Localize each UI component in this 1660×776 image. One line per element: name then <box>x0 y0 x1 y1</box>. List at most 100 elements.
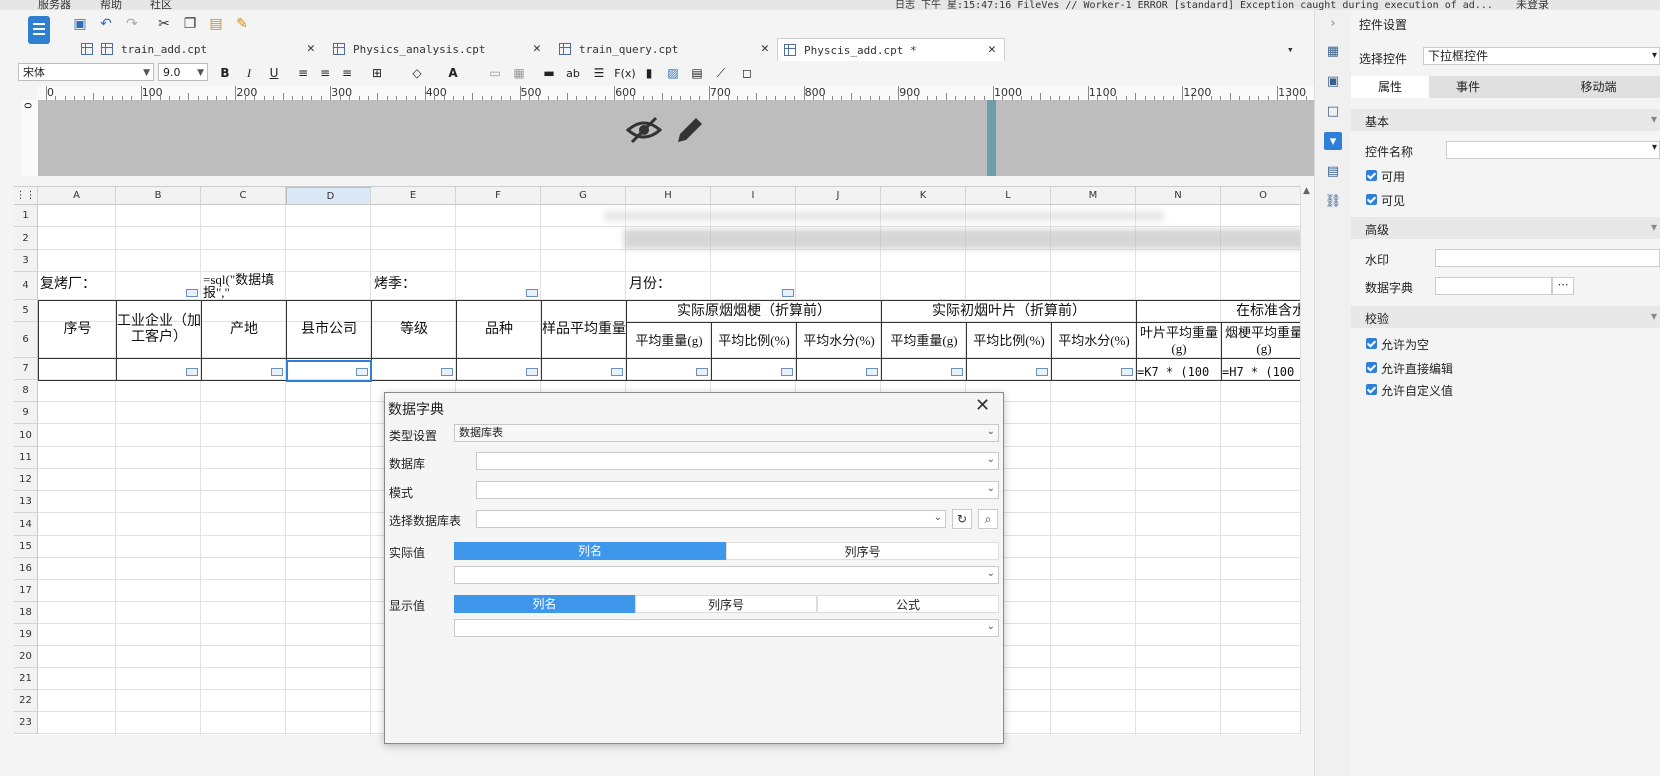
formula-icon[interactable]: F(x) <box>612 64 638 82</box>
widget-settings-icon[interactable]: ▾ <box>1324 132 1342 150</box>
data-dict-input[interactable] <box>1435 277 1552 295</box>
insert-row-icon[interactable]: ▬ <box>540 64 558 82</box>
data-cell-a7[interactable] <box>38 358 117 381</box>
column-header-l[interactable]: L <box>966 187 1051 205</box>
database-select[interactable]: ⌄ <box>476 452 999 470</box>
border-icon[interactable]: ⊞ <box>368 64 386 82</box>
preview-icon[interactable]: ⌕ <box>978 509 998 529</box>
checkbox-allow-custom[interactable] <box>1366 384 1377 395</box>
checkbox-allow-edit[interactable] <box>1366 362 1377 373</box>
display-tab-column-index[interactable]: 列序号 <box>635 595 817 613</box>
header-group-leaf[interactable]: 实际初烟叶片（折算前） <box>881 300 1137 323</box>
data-dict-ellipsis-button[interactable]: ⋯ <box>1552 277 1574 295</box>
column-header-b[interactable]: B <box>116 187 201 205</box>
header-group-raw-stem[interactable]: 实际原烟烟梗（折算前） <box>626 300 882 323</box>
row-header-5[interactable]: 5 <box>14 300 38 322</box>
row-header-22[interactable]: 22 <box>14 690 38 712</box>
tab-attributes[interactable]: 属性 <box>1351 76 1429 98</box>
condition-icon[interactable]: ▤ <box>1324 162 1342 180</box>
header-cell-l[interactable]: 平均比例(%) <box>966 322 1052 359</box>
control-name-input[interactable]: ▾ <box>1446 141 1660 159</box>
row-header-10[interactable]: 10 <box>14 424 38 447</box>
dropdown-icon[interactable] <box>1036 368 1048 376</box>
tab-events[interactable]: 事件 <box>1429 76 1507 98</box>
column-header-c[interactable]: C <box>201 187 286 205</box>
close-icon[interactable]: ✕ <box>975 395 990 416</box>
dropdown-icon[interactable] <box>526 289 538 297</box>
cell-attr-icon[interactable]: ▣ <box>1324 72 1342 90</box>
row-header-21[interactable]: 21 <box>14 668 38 690</box>
row-header-7[interactable]: 7 <box>14 358 38 380</box>
column-header-e[interactable]: E <box>371 187 456 205</box>
column-header-k[interactable]: K <box>881 187 966 205</box>
tab-list-icon[interactable]: ▾ <box>1287 38 1307 60</box>
header-cell-a[interactable]: 序号 <box>38 300 117 359</box>
actual-value-select[interactable]: ⌄ <box>454 566 999 584</box>
dropdown-icon[interactable] <box>186 368 198 376</box>
type-select[interactable]: 数据库表 ⌄ <box>454 424 999 442</box>
row-header-19[interactable]: 19 <box>14 624 38 646</box>
font-size-select[interactable]: 9.0 ▼ <box>158 63 208 81</box>
dropdown-icon[interactable] <box>526 368 538 376</box>
header-group-standard[interactable]: 在标准含水 <box>1136 300 1300 323</box>
checkbox-enabled[interactable] <box>1366 170 1377 181</box>
tab-train-query[interactable]: train_query.cpt ✕ <box>553 38 775 60</box>
column-header-i[interactable]: I <box>711 187 796 205</box>
header-cell-d[interactable]: 县市公司 <box>286 300 372 359</box>
close-icon[interactable]: ✕ <box>761 41 769 56</box>
dropdown-icon[interactable] <box>611 368 623 376</box>
sheet-vscrollbar[interactable]: ▲ <box>1300 186 1315 734</box>
copy-icon[interactable]: ❐ <box>180 14 200 34</box>
section-advanced[interactable]: 高级 ▾ <box>1351 217 1660 239</box>
bold-button[interactable]: B <box>216 64 234 82</box>
header-cell-m[interactable]: 平均水分(%) <box>1051 322 1137 359</box>
tab-mobile[interactable]: 移动端 <box>1507 76 1660 98</box>
row-header-17[interactable]: 17 <box>14 580 38 602</box>
dropdown-icon[interactable] <box>441 368 453 376</box>
menu-help[interactable]: 帮助 <box>100 0 122 10</box>
column-header-d[interactable]: D <box>286 187 371 205</box>
align-center-icon[interactable]: ≡ <box>316 64 334 82</box>
dropdown-icon[interactable] <box>186 289 198 297</box>
header-cell-b[interactable]: 工业企业（加工客户） <box>116 300 202 359</box>
schema-select[interactable]: ⌄ <box>476 481 999 499</box>
tab-train-add[interactable]: train_add.cpt ✕ <box>75 38 320 60</box>
italic-button[interactable]: I <box>240 64 258 82</box>
dropdown-icon[interactable] <box>782 289 794 297</box>
column-header-o[interactable]: O <box>1221 187 1300 205</box>
menu-server[interactable]: 服务器 <box>38 0 71 10</box>
row-header-6[interactable]: 6 <box>14 322 38 358</box>
row-header-15[interactable]: 15 <box>14 536 38 558</box>
row-header-23[interactable]: 23 <box>14 712 38 734</box>
actual-tab-column-name[interactable]: 列名 <box>454 542 726 560</box>
row-header-18[interactable]: 18 <box>14 602 38 624</box>
font-color-icon[interactable]: A <box>444 64 462 82</box>
row-header-9[interactable]: 9 <box>14 402 38 424</box>
header-cell-g[interactable]: 样品平均重量 <box>541 300 627 359</box>
formula-cell-o7[interactable]: =H7 * (100 <box>1222 361 1300 383</box>
close-icon[interactable]: ✕ <box>988 42 996 57</box>
watermark-input[interactable] <box>1435 249 1660 267</box>
header-cell-f[interactable]: 品种 <box>456 300 542 359</box>
row-header-3[interactable]: 3 <box>14 250 38 272</box>
undo-icon[interactable]: ↶ <box>96 14 116 34</box>
cut-icon[interactable]: ✂ <box>154 14 174 34</box>
edit-icon[interactable] <box>674 114 704 146</box>
column-header-a[interactable]: A <box>38 187 116 205</box>
display-value-select[interactable]: ⌄ <box>454 619 999 637</box>
hyperlink-icon[interactable]: ⛓ <box>1324 192 1342 210</box>
cell-properties-icon[interactable]: ▦ <box>1324 42 1342 60</box>
actual-tab-column-index[interactable]: 列序号 <box>726 542 999 560</box>
row-header-1[interactable]: 1 <box>14 205 38 227</box>
header-cell-k[interactable]: 平均重量(g) <box>881 322 967 359</box>
font-family-select[interactable]: 宋体 ▼ <box>18 63 154 81</box>
header-cell-i[interactable]: 平均比例(%) <box>711 322 797 359</box>
chart-icon[interactable]: ▮ <box>640 64 658 82</box>
header-cell-o[interactable]: 烟梗平均重量(g) <box>1221 322 1300 359</box>
close-icon[interactable]: ✕ <box>307 41 315 56</box>
row-header-14[interactable]: 14 <box>14 513 38 536</box>
header-cell-h[interactable]: 平均重量(g) <box>626 322 712 359</box>
login-link[interactable]: 未登录 <box>1516 0 1549 10</box>
unmerge-icon[interactable]: ▦ <box>510 64 528 82</box>
row-header-13[interactable]: 13 <box>14 491 38 513</box>
